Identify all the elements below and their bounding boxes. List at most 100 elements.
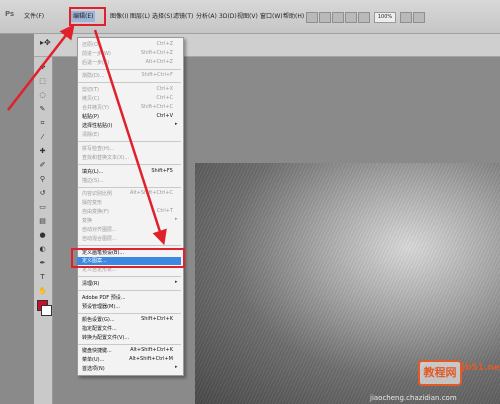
eyedropper-tool-icon[interactable]: ⁄: [37, 132, 48, 142]
menu-item-free-transform[interactable]: 自由变换(F): [82, 208, 109, 215]
crop-tool-icon[interactable]: ⌗: [37, 118, 48, 128]
menu-separator: [78, 164, 181, 165]
menu-separator: [78, 69, 181, 70]
menu-item-auto-blend-layers[interactable]: 自动混合图层...: [82, 235, 117, 242]
menu-item-undo[interactable]: 还原(O): [82, 41, 100, 48]
zoom-tool-icon[interactable]: [345, 12, 357, 23]
menu-separator: [78, 276, 181, 277]
menu-item-stroke[interactable]: 描边(S)...: [82, 177, 104, 184]
shortcut-fade: Shift+Ctrl+F: [141, 72, 173, 78]
menu-analysis[interactable]: 分析(A): [196, 11, 217, 22]
menu-item-preferences[interactable]: 首选项(N): [82, 365, 105, 372]
menu-separator: [78, 290, 181, 291]
menu-separator: [78, 344, 181, 345]
menu-help[interactable]: 帮助(H): [283, 11, 304, 22]
shortcut-keyboard-shortcuts: Alt+Shift+Ctrl+K: [130, 347, 173, 353]
shortcut-copy-merged: Shift+Ctrl+C: [140, 104, 173, 110]
menu-separator: [78, 313, 181, 314]
type-tool-icon[interactable]: T: [37, 272, 48, 282]
menu-window[interactable]: 窗口(W): [260, 11, 283, 22]
menu-item-step-forward[interactable]: 前进一步(W): [82, 50, 111, 57]
lasso-tool-icon[interactable]: ◌: [37, 90, 48, 100]
clone-stamp-tool-icon[interactable]: ⚲: [37, 174, 48, 184]
submenu-arrow-icon: ▸: [175, 364, 178, 370]
menu-view[interactable]: 视图(V): [237, 11, 258, 22]
bridge-icon[interactable]: [306, 12, 318, 23]
menu-item-find-replace[interactable]: 查找和替换文本(X)...: [82, 154, 129, 161]
screen-mode-icon[interactable]: [413, 12, 425, 23]
move-tool-icon[interactable]: ✥: [37, 62, 48, 72]
menu-separator: [78, 82, 181, 83]
submenu-arrow-icon: ▸: [175, 279, 178, 285]
menu-item-puppet-warp[interactable]: 操控变形: [82, 199, 102, 206]
menu-filter[interactable]: 滤镜(T): [173, 11, 193, 22]
dodge-tool-icon[interactable]: ◐: [37, 244, 48, 254]
menu-item-copy-merged[interactable]: 合并拷贝(Y): [82, 104, 109, 111]
hand-tool-icon[interactable]: ✋: [37, 286, 48, 296]
submenu-arrow-icon: ▸: [175, 216, 178, 222]
menu-3d[interactable]: 3D(D): [219, 11, 237, 22]
blur-tool-icon[interactable]: ●: [37, 230, 48, 240]
menu-item-paste[interactable]: 粘贴(P): [82, 113, 99, 120]
brush-tool-icon[interactable]: ✐: [37, 160, 48, 170]
menu-item-fade[interactable]: 渐隐(D)...: [82, 72, 105, 79]
move-tool-preset-icon[interactable]: ▸✥: [40, 38, 51, 47]
pen-tool-icon[interactable]: ✒: [37, 258, 48, 268]
menu-select[interactable]: 选择(S): [152, 11, 173, 22]
menu-file[interactable]: 文件(F): [24, 11, 44, 22]
background-color-swatch[interactable]: [41, 305, 52, 316]
edit-menu-highlight-box: [69, 7, 106, 26]
shortcut-fill: Shift+F5: [151, 168, 173, 174]
shortcut-menus: Alt+Shift+Ctrl+M: [129, 356, 173, 362]
history-brush-tool-icon[interactable]: ↺: [37, 188, 48, 198]
menu-item-transform[interactable]: 变换: [82, 217, 92, 224]
menu-item-clear[interactable]: 清除(E): [82, 131, 99, 138]
shortcut-content-aware-scale: Alt+Shift+Ctrl+C: [129, 190, 173, 196]
menu-item-step-backward[interactable]: 后退一步(K): [82, 59, 109, 66]
zoom-level[interactable]: 100%: [374, 12, 396, 23]
watermark-site: jb51.net: [462, 363, 500, 373]
menu-item-adobe-pdf-presets[interactable]: Adobe PDF 预设...: [82, 294, 126, 301]
menu-item-assign-profile[interactable]: 指定配置文件...: [82, 325, 117, 332]
shortcut-step-forward: Shift+Ctrl+Z: [140, 50, 173, 56]
menu-item-paste-special[interactable]: 选择性粘贴(I): [82, 122, 112, 129]
shortcut-undo: Ctrl+Z: [156, 41, 173, 47]
shortcut-cut: Ctrl+X: [156, 86, 173, 92]
mini-bridge-icon[interactable]: [319, 12, 331, 23]
menu-separator: [78, 245, 181, 246]
gradient-tool-icon[interactable]: ▤: [37, 216, 48, 226]
menu-item-convert-to-profile[interactable]: 转换为配置文件(V)...: [82, 334, 129, 341]
menu-item-keyboard-shortcuts[interactable]: 键盘快捷键...: [82, 347, 112, 354]
menu-image[interactable]: 图像(I): [110, 11, 128, 22]
shortcut-color-settings: Shift+Ctrl+K: [141, 316, 173, 322]
menu-item-menus[interactable]: 菜单(U)...: [82, 356, 104, 363]
watermark-logo: 教程网: [418, 360, 462, 386]
hand-tool-icon[interactable]: [358, 12, 370, 23]
eraser-tool-icon[interactable]: ▭: [37, 202, 48, 212]
arrange-documents-icon[interactable]: [400, 12, 412, 23]
menu-item-auto-align-layers[interactable]: 自动对齐图层...: [82, 226, 117, 233]
menu-separator: [78, 187, 181, 188]
guides-icon[interactable]: [332, 12, 344, 23]
menu-item-spell-check[interactable]: 拼写检查(H)...: [82, 145, 114, 152]
menu-item-cut[interactable]: 剪切(T): [82, 86, 99, 93]
menu-item-copy[interactable]: 拷贝(C): [82, 95, 99, 102]
photoshop-logo: Ps: [5, 10, 15, 18]
shortcut-free-transform: Ctrl+T: [156, 208, 173, 214]
menu-item-color-settings[interactable]: 颜色设置(G)...: [82, 316, 115, 323]
quick-select-tool-icon[interactable]: ✎: [37, 104, 48, 114]
menu-item-preset-manager[interactable]: 预设管理器(M)...: [82, 303, 120, 310]
marquee-tool-icon[interactable]: ⬚: [37, 76, 48, 86]
watermark-url: jiaocheng.chazidian.com: [370, 394, 457, 402]
shortcut-copy: Ctrl+C: [156, 95, 173, 101]
healing-brush-tool-icon[interactable]: ✚: [37, 146, 48, 156]
menu-item-fill[interactable]: 填充(L)...: [82, 168, 103, 175]
menu-item-content-aware-scale[interactable]: 内容识别比例: [82, 190, 112, 197]
menu-layer[interactable]: 图层(L): [130, 11, 150, 22]
shortcut-paste: Ctrl+V: [156, 113, 173, 119]
submenu-arrow-icon: ▸: [175, 121, 178, 127]
menu-separator: [78, 141, 181, 142]
shortcut-step-backward: Alt+Ctrl+Z: [145, 59, 173, 65]
menu-item-purge[interactable]: 清理(R): [82, 280, 99, 287]
define-pattern-highlight-box: [71, 248, 185, 268]
